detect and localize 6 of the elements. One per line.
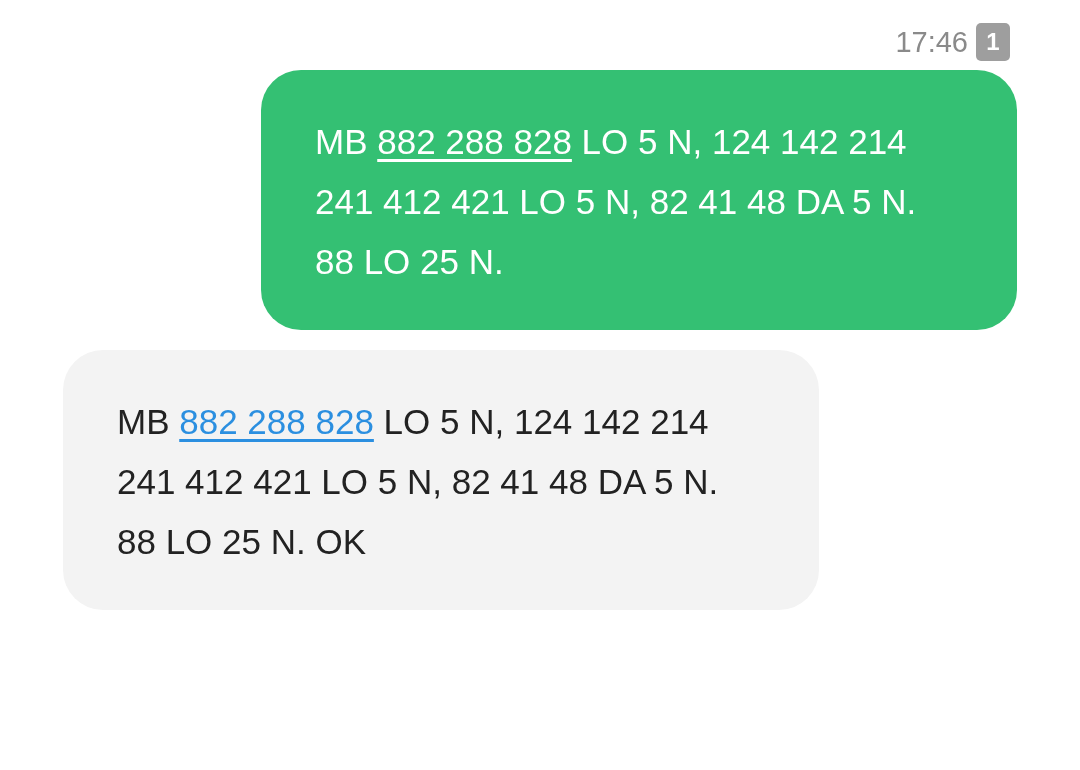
message-text: MB 882 288 828 LO 5 N, 124 142 214 241 412 421 LO 5 N, 82 41 48 DA 5 N. 88 LO 25 N. OK xyxy=(117,401,720,563)
message-time: 17:46 xyxy=(895,25,968,59)
sim-badge: 1 xyxy=(976,23,1010,61)
message-text: MB 882 288 828 LO 5 N, 124 142 214 241 412 421 LO 5 N, 82 41 48 DA 5 N. 88 LO 25 N. xyxy=(315,121,918,283)
phone-link[interactable]: 882 288 828 xyxy=(179,402,374,441)
phone-link[interactable]: 882 288 828 xyxy=(377,122,572,161)
